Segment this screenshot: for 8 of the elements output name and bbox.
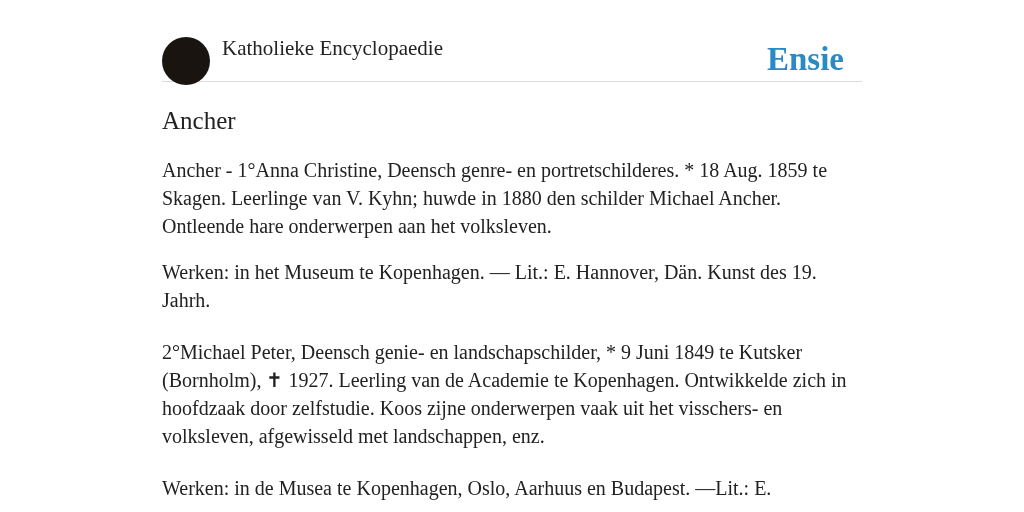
logo[interactable]: Ensie: [766, 40, 844, 78]
avatar: [162, 37, 210, 85]
paragraph: 2°Michael Peter, Deensch genie- en landschapschilder, * 9 Juni 1849 te Kutsker (Bornholm), ✝ 1927. Leerling van de Academie te Kopenhagen. Ontwikkelde zich in hoofdzaak door zelfstudie. Koos zijne onderwerpen vaak uit het visschers- en volksleven, afgewisseld met landschappen, enz.: [162, 340, 848, 450]
paragraph: Ancher - 1°Anna Christine, Deensch genre- en portretschilderes. * 18 Aug. 1859 te Skagen. Leerlinge van V. Kyhn; huwde in 1880 den schilder Michael Ancher. Ontleende hare onderwerpen aan het volksleven.: [162, 158, 829, 240]
article-title: Ancher: [162, 106, 237, 136]
paragraph: Werken: in de Musea te Kopenhagen, Oslo, Aarhuus en Budapest. —Lit.: E.: [162, 476, 773, 502]
site-name[interactable]: Katholieke Encyclopaedie: [222, 36, 443, 60]
paragraph: Werken: in het Museum te Kopenhagen. — Lit.: E. Hannover, Dän. Kunst des 19. Jahrh.: [162, 260, 818, 313]
